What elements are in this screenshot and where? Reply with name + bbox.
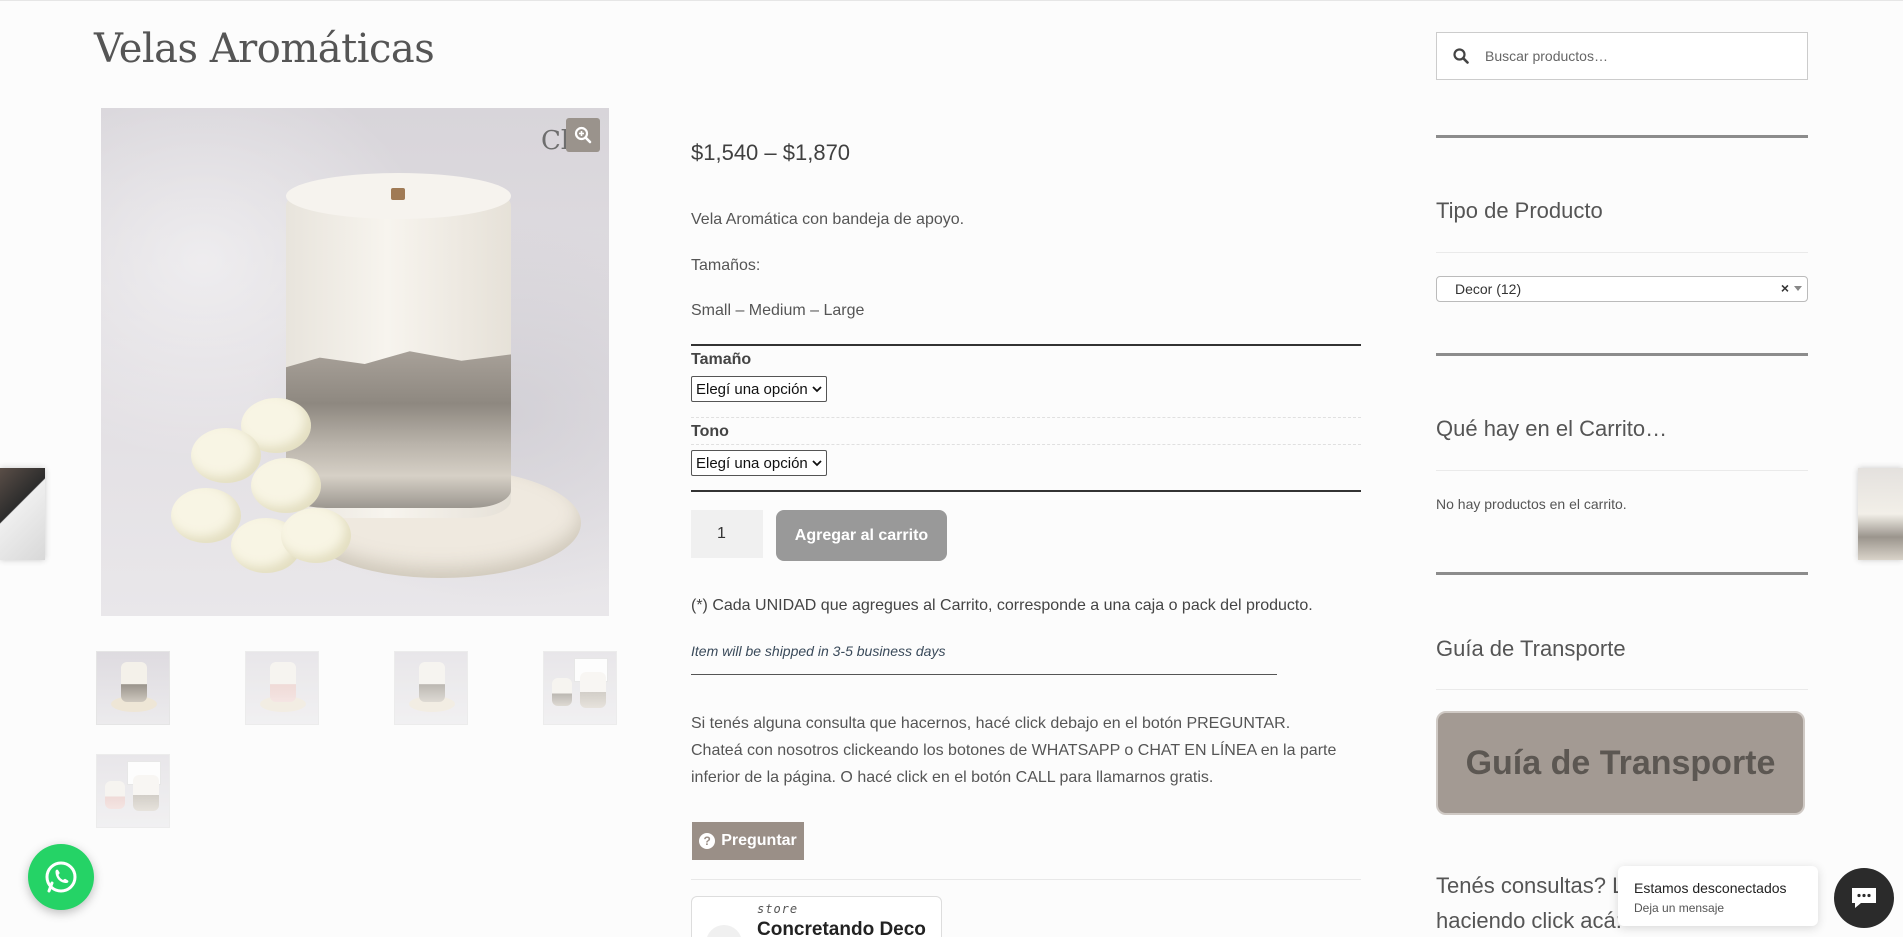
top-divider (0, 0, 1903, 1)
store-logo (706, 925, 742, 937)
tone-select-value: Elegí una opción (696, 454, 808, 472)
chat-icon (1852, 888, 1876, 908)
chat-status: Estamos desconectados (1634, 880, 1787, 896)
consulta-text: Si tenés alguna consulta que hacernos, h… (691, 715, 1337, 786)
candle-wick (391, 188, 405, 200)
widget-title-divider (1436, 470, 1808, 471)
size-select[interactable]: Elegí una opción (691, 376, 827, 402)
clear-filter-button[interactable]: × (1781, 280, 1789, 296)
sidebar-divider (1436, 572, 1808, 575)
thumbnail-1[interactable] (96, 651, 170, 725)
store-label: store (757, 902, 799, 916)
add-to-cart-button[interactable]: Agregar al carrito (776, 510, 947, 561)
size-label: Tamaño (691, 351, 752, 368)
summary-divider (691, 879, 1361, 880)
widget-title-divider (1436, 252, 1808, 253)
quantity-input[interactable]: 1 (691, 510, 763, 558)
product-price: $1,540 – $1,870 (691, 140, 851, 165)
question-icon: ? (699, 833, 716, 849)
chevron-down-icon (1794, 286, 1802, 291)
sidebar-divider (1436, 353, 1808, 356)
product-main-image[interactable]: Cl (101, 108, 609, 616)
sizes-list: Small – Medium – Large (691, 302, 865, 319)
tone-label: Tono (691, 423, 729, 440)
consultas-line-2: haciendo click acá: (1436, 908, 1622, 933)
store-name: Concretando Deco (757, 919, 926, 937)
product-type-value: Decor (12) (1455, 281, 1522, 297)
product-description: Vela Aromática con bandeja de apoyo. (691, 211, 965, 228)
product-type-select[interactable]: Decor (12) × (1436, 276, 1808, 302)
sizes-label: Tamaños: (691, 257, 761, 274)
image-brand-mark: Cl (541, 126, 570, 156)
previous-product-thumbnail[interactable] (0, 468, 45, 560)
variations-bottom-divider (691, 490, 1361, 492)
unit-note: (*) Cada UNIDAD que agregues al Carrito,… (691, 597, 1313, 614)
shipping-note: Item will be shipped in 3-5 business day… (691, 643, 946, 659)
cart-empty-message: No hay productos en el carrito. (1436, 496, 1627, 512)
thumbnail-4[interactable] (543, 651, 617, 725)
ask-button[interactable]: ? Preguntar (692, 822, 804, 860)
variations-top-divider (691, 344, 1361, 346)
search-input[interactable]: Buscar productos… (1485, 48, 1608, 64)
chat-status-bubble[interactable]: Estamos desconectados Deja un mensaje (1618, 866, 1818, 926)
product-search[interactable]: Buscar productos… (1436, 32, 1808, 80)
chevron-down-icon (812, 460, 822, 467)
product-type-title: Tipo de Producto (1436, 198, 1603, 223)
product-title: Velas Aromáticas (94, 26, 435, 72)
chat-button[interactable] (1834, 868, 1894, 928)
chevron-down-icon (812, 386, 822, 393)
widget-title-divider (1436, 689, 1808, 690)
consultas-line-1: Tenés consultas? L (1436, 873, 1625, 898)
flowers (131, 388, 351, 608)
thumbnail-3[interactable] (394, 651, 468, 725)
search-icon (1453, 48, 1469, 64)
next-product-thumbnail[interactable] (1858, 468, 1903, 560)
tone-select[interactable]: Elegí una opción (691, 450, 827, 476)
transport-widget-title: Guía de Transporte (1436, 636, 1626, 661)
consultas-text: Tenés consultas? L haciendo click acá: (1436, 868, 1624, 937)
variation-divider (691, 417, 1361, 418)
variation-divider (691, 444, 1361, 445)
whatsapp-button[interactable] (28, 844, 94, 910)
transport-guide-button[interactable]: Guía de Transporte (1436, 711, 1805, 815)
thumbnail-2[interactable] (245, 651, 319, 725)
chat-subtitle: Deja un mensaje (1634, 901, 1725, 915)
zoom-icon (574, 126, 592, 144)
shipping-divider (691, 674, 1277, 675)
whatsapp-icon (45, 861, 77, 893)
size-select-value: Elegí una opción (696, 380, 808, 398)
ask-button-label: Preguntar (721, 832, 797, 849)
thumbnail-5[interactable] (96, 754, 170, 828)
zoom-button[interactable] (566, 118, 600, 152)
store-card[interactable]: store Concretando Deco (691, 896, 942, 937)
cart-widget-title: Qué hay en el Carrito… (1436, 416, 1668, 441)
sidebar-divider (1436, 135, 1808, 138)
